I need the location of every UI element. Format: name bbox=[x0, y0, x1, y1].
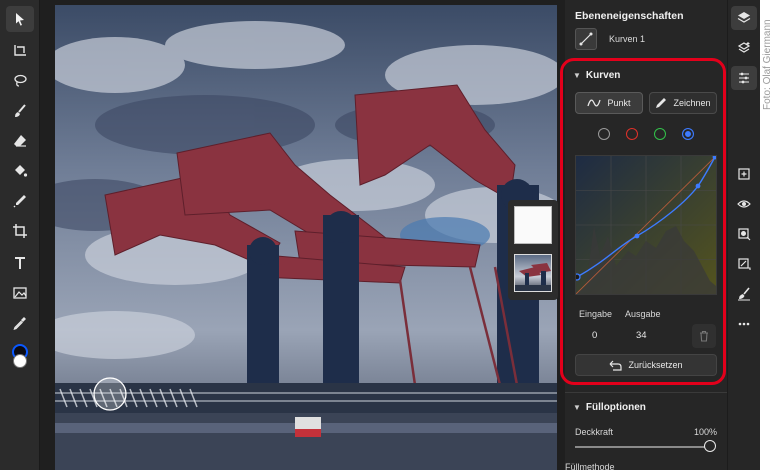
opacity-label: Deckkraft bbox=[575, 427, 614, 437]
opacity-slider-track[interactable] bbox=[575, 446, 709, 448]
image-icon[interactable] bbox=[6, 280, 34, 306]
reset-button[interactable]: Zurücksetzen bbox=[575, 354, 717, 376]
adjustments-icon[interactable] bbox=[731, 66, 757, 90]
layer-name: Kurven 1 bbox=[609, 34, 646, 44]
bridge-photo bbox=[55, 5, 557, 470]
draw-mode-label: Zeichnen bbox=[673, 98, 711, 108]
undo-icon bbox=[610, 360, 623, 371]
add-layer-icon[interactable] bbox=[731, 162, 757, 186]
crop-icon[interactable] bbox=[6, 218, 34, 244]
curves-layer-icon bbox=[575, 28, 597, 50]
right-icon-strip bbox=[727, 0, 760, 470]
visibility-icon[interactable] bbox=[731, 192, 757, 216]
mask-link-icon[interactable] bbox=[731, 252, 757, 276]
channel-red[interactable] bbox=[626, 128, 638, 140]
type-icon[interactable] bbox=[6, 250, 34, 276]
curve-point-icon bbox=[587, 99, 602, 107]
lasso-icon[interactable] bbox=[6, 68, 34, 94]
brush-icon[interactable] bbox=[6, 98, 34, 124]
opacity-value[interactable]: 100% bbox=[694, 427, 717, 437]
draw-mode-button[interactable]: Zeichnen bbox=[649, 92, 717, 114]
blend-mode-label: Füllmethode bbox=[565, 462, 615, 470]
mask-thumbnail[interactable] bbox=[514, 206, 552, 244]
delete-point-button[interactable] bbox=[692, 324, 716, 348]
curves-graph[interactable] bbox=[573, 154, 718, 295]
pencil-icon bbox=[656, 98, 667, 108]
healing-brush-icon[interactable] bbox=[6, 188, 34, 214]
document-canvas[interactable] bbox=[55, 5, 557, 470]
curves-plot bbox=[573, 154, 718, 295]
left-toolbar bbox=[0, 0, 40, 470]
properties-panel: Ebeneneigenschaften Kurven 1 ▼ Kurven Pu… bbox=[565, 0, 727, 470]
reset-label: Zurücksetzen bbox=[628, 360, 683, 370]
output-value[interactable]: 34 bbox=[636, 330, 647, 341]
brush-mask-icon[interactable] bbox=[731, 282, 757, 306]
section-divider bbox=[565, 392, 727, 393]
point-mode-label: Punkt bbox=[607, 98, 631, 108]
eraser-icon[interactable] bbox=[6, 128, 34, 154]
opacity-slider-thumb[interactable] bbox=[704, 440, 716, 452]
chevron-down-icon: ▼ bbox=[573, 403, 581, 412]
input-label: Eingabe bbox=[579, 309, 613, 319]
background-color-swatch[interactable] bbox=[13, 354, 27, 368]
layer-thumbnails bbox=[508, 200, 558, 300]
layers-icon[interactable] bbox=[731, 6, 757, 30]
channel-rgb[interactable] bbox=[598, 128, 610, 140]
more-icon[interactable] bbox=[731, 312, 757, 336]
mask-icon[interactable] bbox=[731, 222, 757, 246]
transform-icon[interactable] bbox=[6, 38, 34, 64]
chevron-down-icon: ▼ bbox=[573, 71, 581, 80]
curves-section-header[interactable]: ▼ Kurven bbox=[573, 70, 620, 81]
trash-icon bbox=[700, 330, 708, 342]
channel-green[interactable] bbox=[654, 128, 666, 140]
photoshop-window: Ebeneneigenschaften Kurven 1 ▼ Kurven Pu… bbox=[0, 0, 760, 470]
select-arrow-icon[interactable] bbox=[6, 6, 34, 32]
input-value[interactable]: 0 bbox=[592, 330, 597, 341]
layer-row: Kurven 1 bbox=[575, 28, 645, 50]
panel-title: Ebeneneigenschaften bbox=[575, 10, 684, 22]
output-label: Ausgabe bbox=[625, 309, 661, 319]
fill-options-heading: Fülloptionen bbox=[585, 402, 646, 413]
layer-stack-icon[interactable] bbox=[731, 36, 757, 60]
photo-credit: Foto: Olaf Giermann bbox=[762, 19, 773, 110]
image-thumbnail[interactable] bbox=[514, 254, 552, 292]
channel-blue[interactable] bbox=[682, 128, 694, 140]
fill-options-header[interactable]: ▼ Fülloptionen bbox=[573, 402, 646, 413]
paint-bucket-icon[interactable] bbox=[6, 158, 34, 184]
curves-heading: Kurven bbox=[585, 70, 621, 81]
eyedropper-icon[interactable] bbox=[6, 310, 34, 336]
point-mode-button[interactable]: Punkt bbox=[575, 92, 643, 114]
